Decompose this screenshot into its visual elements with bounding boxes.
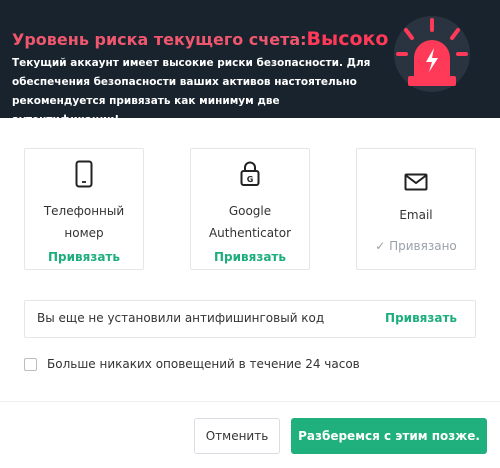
bind-antiphishing-link[interactable]: Привязать	[385, 311, 457, 325]
antiphishing-text: Вы еще не установили антифишинговый код	[37, 311, 325, 325]
risk-level-value: Высоко	[306, 28, 389, 50]
mute-alerts-row[interactable]: Больше никаких оповещений в течение 24 ч…	[24, 355, 360, 373]
google-authenticator-label-line1: Google	[228, 204, 272, 218]
risk-header: Уровень риска текущего счета:Высоко Теку…	[0, 0, 500, 126]
phone-icon	[75, 160, 93, 188]
bind-phone-link[interactable]: Привязать	[25, 250, 143, 264]
risk-title: Уровень риска текущего счета:Высоко	[12, 28, 388, 50]
risk-title-prefix: Уровень риска текущего счета:	[12, 30, 307, 49]
email-bound-status: ✓ Привязано	[357, 239, 475, 253]
mute-alerts-checkbox[interactable]	[24, 357, 37, 371]
footer-divider	[0, 401, 500, 402]
google-authenticator-lock-icon: G	[240, 161, 260, 186]
bind-google-authenticator-link[interactable]: Привязать	[191, 250, 309, 264]
antiphishing-row: Вы еще не установили антифишинговый код …	[24, 300, 476, 338]
risk-description: Текущий аккаунт имеет высокие риски безо…	[12, 57, 371, 126]
deal-later-button[interactable]: Разберемся с этим позже.	[291, 418, 487, 454]
cancel-button[interactable]: Отменить	[194, 418, 280, 454]
phone-method-card: Телефонный номер Привязать	[24, 148, 144, 270]
check-icon: ✓	[375, 239, 390, 253]
email-method-card: Email ✓ Привязано	[356, 148, 476, 270]
email-status-text: Привязано	[389, 239, 457, 253]
alarm-siren-icon	[394, 16, 470, 92]
mute-alerts-label: Больше никаких оповещений в течение 24 ч…	[47, 357, 360, 371]
phone-label-line2: номер	[64, 226, 104, 240]
email-envelope-icon	[404, 173, 428, 191]
google-authenticator-label-line2: Authenticator	[208, 226, 292, 240]
svg-text:G: G	[247, 175, 254, 184]
google-authenticator-method-card: G Google Authenticator Привязать	[190, 148, 310, 270]
email-label: Email	[399, 208, 433, 222]
phone-label-line1: Телефонный	[43, 204, 125, 218]
